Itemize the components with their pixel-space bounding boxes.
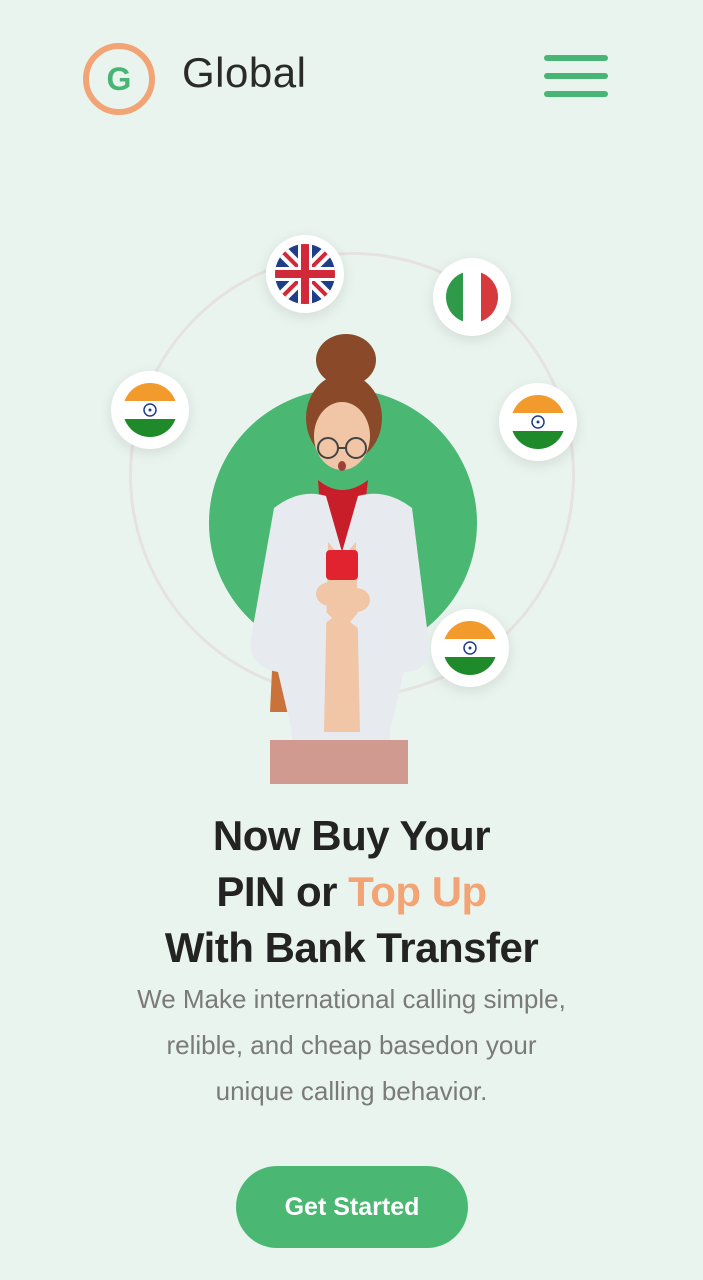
headline-line-3: With Bank Transfer <box>164 924 539 971</box>
hero-headline: Now Buy Your PIN or Top Up With Bank Tra… <box>0 808 703 976</box>
header: G Global <box>0 0 703 160</box>
india-flag-icon <box>431 609 509 687</box>
brand-name: Global <box>182 49 307 96</box>
logo-letter: G <box>106 61 132 97</box>
headline-accent: Top Up <box>348 868 487 915</box>
description-line-3: unique calling behavior. <box>215 1076 488 1106</box>
get-started-button[interactable]: Get Started <box>236 1166 468 1248</box>
uk-flag-icon <box>266 235 344 313</box>
hero-description: We Make international calling simple, re… <box>60 976 643 1114</box>
description-line-2: relible, and cheap basedon your <box>166 1030 537 1060</box>
description-line-1: We Make international calling simple, <box>137 984 566 1014</box>
hamburger-menu-icon[interactable] <box>544 55 608 101</box>
italy-flag-icon <box>433 258 511 336</box>
menu-bar <box>544 91 608 97</box>
headline-line-2: PIN or Top Up <box>0 864 703 920</box>
logo-icon[interactable]: G <box>83 43 155 115</box>
menu-bar <box>544 55 608 61</box>
headline-line-1: Now Buy Your <box>212 812 491 859</box>
headline-line-2-prefix: PIN or <box>216 868 349 915</box>
india-flag-icon <box>111 371 189 449</box>
india-flag-icon <box>499 383 577 461</box>
landing-page: G Global Now Buy Your PIN or Top Up With… <box>0 0 703 1280</box>
menu-bar <box>544 73 608 79</box>
hero-person-image <box>240 332 440 784</box>
